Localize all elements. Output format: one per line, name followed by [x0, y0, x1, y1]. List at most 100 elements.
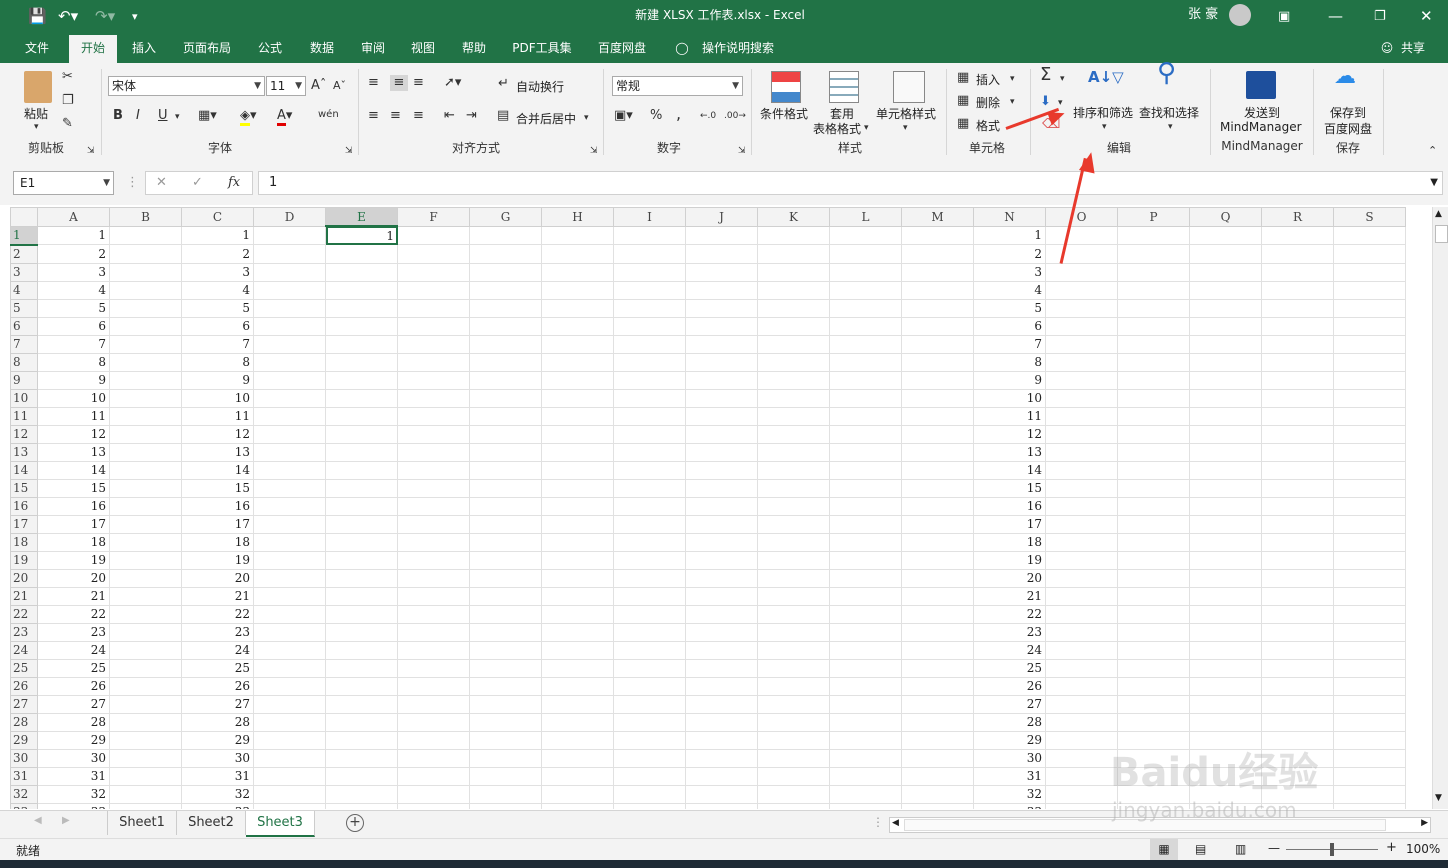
cell[interactable]	[613, 460, 686, 480]
autosum-icon[interactable]: Σ	[1040, 66, 1051, 84]
cell[interactable]	[541, 478, 614, 498]
column-header[interactable]: D	[253, 207, 326, 227]
align-bottom-icon[interactable]: ≡	[413, 75, 424, 91]
format-cells-icon[interactable]: ▦	[957, 116, 969, 132]
cell[interactable]	[1333, 225, 1406, 245]
cell[interactable]	[325, 442, 398, 462]
cell[interactable]	[253, 262, 326, 282]
format-painter-icon[interactable]: ✎	[62, 116, 73, 132]
cell[interactable]: 13	[37, 442, 110, 462]
cell[interactable]	[325, 586, 398, 606]
cell[interactable]	[253, 730, 326, 750]
cell[interactable]	[829, 262, 902, 282]
cell[interactable]	[541, 496, 614, 516]
cell[interactable]	[109, 478, 182, 498]
cell[interactable]	[1333, 370, 1406, 390]
cell[interactable]: 31	[181, 766, 254, 786]
cell[interactable]	[253, 478, 326, 498]
cell[interactable]: 14	[37, 460, 110, 480]
row-header[interactable]: 12	[10, 424, 38, 444]
cell[interactable]	[829, 802, 902, 809]
cell[interactable]	[109, 658, 182, 678]
cell[interactable]	[109, 604, 182, 624]
formula-input[interactable]: 1 ▼	[258, 171, 1443, 195]
cell[interactable]	[109, 550, 182, 570]
cell[interactable]	[901, 586, 974, 606]
row-header[interactable]: 2	[10, 244, 38, 264]
cell[interactable]	[253, 406, 326, 426]
cell[interactable]	[685, 388, 758, 408]
row-header[interactable]: 28	[10, 712, 38, 732]
cell[interactable]	[1117, 514, 1190, 534]
save-to-baidu-line1[interactable]: 保存到	[1330, 104, 1366, 121]
tell-me-search[interactable]: 操作说明搜索	[696, 33, 780, 63]
cell[interactable]	[901, 694, 974, 714]
cell[interactable]	[757, 496, 830, 516]
cell[interactable]	[757, 532, 830, 552]
cell[interactable]	[1333, 712, 1406, 732]
cell[interactable]	[325, 514, 398, 534]
cell[interactable]	[1261, 514, 1334, 534]
cell[interactable]	[253, 658, 326, 678]
cell[interactable]: 20	[37, 568, 110, 588]
tab-pdf-tools[interactable]: PDF工具集	[506, 33, 578, 63]
cell[interactable]	[397, 424, 470, 444]
cell[interactable]: 7	[973, 334, 1046, 354]
cell[interactable]	[109, 424, 182, 444]
collapse-ribbon-icon[interactable]: ⌃	[1428, 143, 1437, 159]
row-header[interactable]: 1	[10, 225, 38, 246]
cell[interactable]	[109, 280, 182, 300]
cell[interactable]	[829, 694, 902, 714]
cell[interactable]	[325, 496, 398, 516]
scroll-up-icon[interactable]: ▲	[1435, 209, 1442, 219]
cell[interactable]	[757, 298, 830, 318]
cell[interactable]	[469, 568, 542, 588]
cell[interactable]: 31	[37, 766, 110, 786]
cell[interactable]	[325, 478, 398, 498]
insert-cells-icon[interactable]: ▦	[957, 70, 969, 86]
column-header[interactable]: C	[181, 207, 254, 227]
cell[interactable]	[109, 622, 182, 642]
format-cells-button[interactable]: 格式	[976, 117, 1000, 134]
cell[interactable]	[109, 370, 182, 390]
row-header[interactable]: 4	[10, 280, 38, 300]
cell[interactable]	[541, 712, 614, 732]
cell[interactable]	[109, 532, 182, 552]
cell[interactable]	[397, 730, 470, 750]
cell[interactable]	[1045, 478, 1118, 498]
cell[interactable]	[1261, 532, 1334, 552]
cell[interactable]: 10	[181, 388, 254, 408]
cell[interactable]	[901, 496, 974, 516]
cell[interactable]	[1333, 658, 1406, 678]
cell[interactable]	[541, 460, 614, 480]
tab-insert[interactable]: 插入	[122, 33, 166, 63]
row-header[interactable]: 14	[10, 460, 38, 480]
cell[interactable]	[253, 460, 326, 480]
cell[interactable]	[1189, 460, 1262, 480]
cell[interactable]	[1045, 514, 1118, 534]
cell[interactable]	[1117, 586, 1190, 606]
cell[interactable]: 4	[37, 280, 110, 300]
cell[interactable]	[253, 352, 326, 372]
cell[interactable]	[1045, 424, 1118, 444]
cell[interactable]	[397, 532, 470, 552]
normal-view-icon[interactable]: ▦	[1150, 839, 1178, 860]
autosum-dropdown-icon[interactable]: ▾	[1060, 71, 1065, 87]
cell[interactable]	[685, 442, 758, 462]
cell[interactable]	[1117, 694, 1190, 714]
cell[interactable]: 23	[181, 622, 254, 642]
cell[interactable]	[1333, 478, 1406, 498]
cell[interactable]: 20	[181, 568, 254, 588]
cell[interactable]	[757, 766, 830, 786]
cell[interactable]	[829, 676, 902, 696]
cell[interactable]	[757, 622, 830, 642]
cell[interactable]	[613, 622, 686, 642]
orientation-icon[interactable]: ➚▾	[444, 75, 461, 91]
share-button[interactable]: 共享	[1396, 33, 1430, 63]
cell[interactable]	[613, 748, 686, 768]
cell[interactable]	[253, 802, 326, 809]
mindmanager-icon[interactable]	[1246, 71, 1276, 99]
cell[interactable]	[1261, 442, 1334, 462]
cell[interactable]	[685, 352, 758, 372]
cell[interactable]: 1	[973, 225, 1046, 245]
